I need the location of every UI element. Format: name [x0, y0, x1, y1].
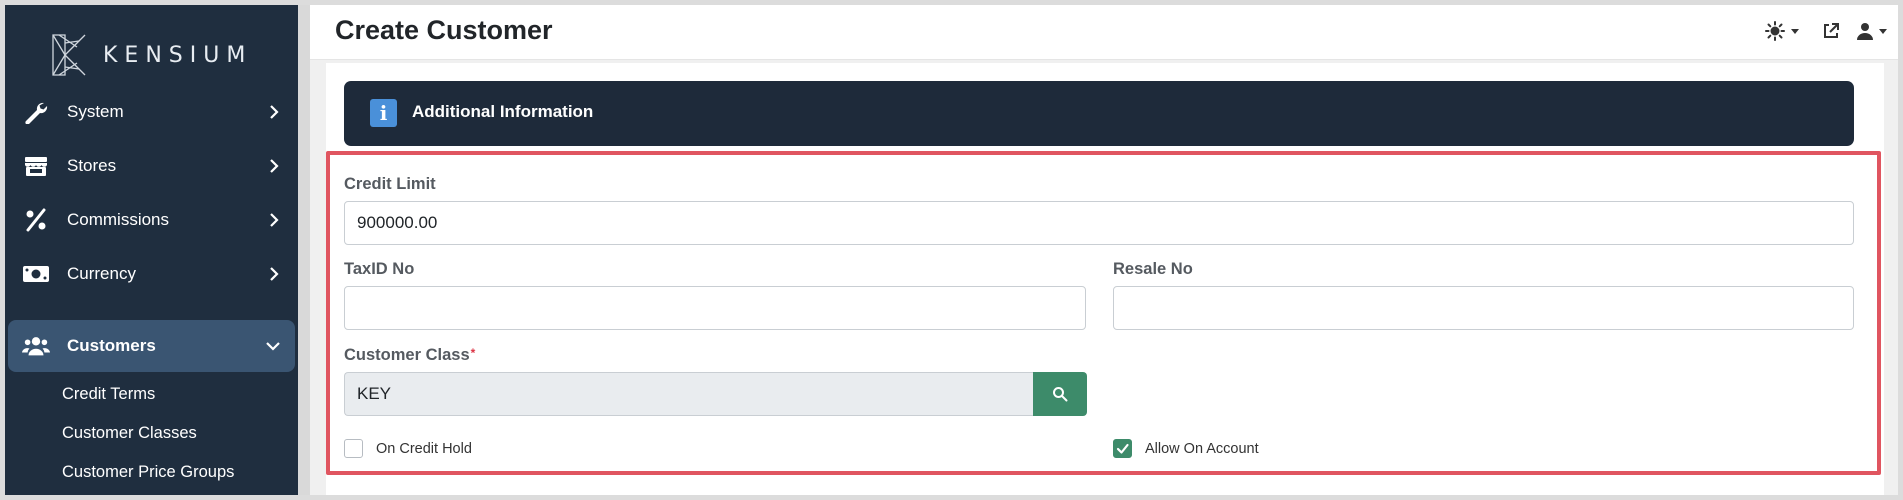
page-title: Create Customer [335, 15, 553, 45]
sidebar-item-label: Commissions [67, 210, 170, 229]
credit-limit-label: Credit Limit [344, 175, 436, 193]
customer-class-label-text: Customer Class [344, 346, 470, 364]
chevron-right-icon [270, 267, 279, 281]
allow-on-account-label: Allow On Account [1145, 441, 1259, 457]
main-area: Create Customer i Additional Information… [310, 5, 1898, 495]
sidebar-item-label: Stores [67, 156, 117, 175]
tax-id-label: TaxID No [344, 260, 415, 278]
checkmark-icon [1116, 443, 1129, 454]
wrench-icon [25, 102, 48, 124]
store-icon [25, 157, 47, 176]
sidebar-subitem-customer-classes[interactable]: Customer Classes [62, 424, 197, 443]
caret-down-icon [1791, 28, 1799, 34]
chevron-down-icon [266, 342, 280, 351]
external-link-icon [1824, 23, 1839, 38]
section-title: Additional Information [412, 102, 594, 121]
form-card: i Additional Information Credit Limit Ta… [326, 63, 1884, 495]
sidebar-item-system[interactable]: System [8, 86, 296, 138]
allow-on-account-checkbox[interactable] [1113, 439, 1132, 458]
sidebar-subitem-customer-price-groups[interactable]: Customer Price Groups [62, 463, 234, 482]
sidebar-item-customers[interactable]: Customers [8, 320, 295, 372]
sidebar-item-commissions[interactable]: Commissions [8, 194, 296, 246]
resale-no-label: Resale No [1113, 260, 1193, 278]
customer-class-search-button[interactable] [1033, 372, 1087, 416]
customer-class-input[interactable] [344, 372, 1033, 416]
info-icon: i [370, 99, 397, 127]
on-credit-hold-label: On Credit Hold [376, 441, 472, 457]
sidebar-item-label: System [67, 102, 124, 121]
chevron-right-icon [270, 105, 279, 119]
tax-id-input[interactable] [344, 286, 1086, 330]
sidebar-item-label: Customers [67, 336, 156, 355]
sidebar: KENSIUM System Stores Commissions Curren… [5, 5, 298, 495]
credit-limit-input[interactable] [344, 201, 1854, 245]
sidebar-subitem-credit-terms[interactable]: Credit Terms [62, 385, 155, 404]
page-header: Create Customer [310, 5, 1898, 60]
kensium-logo[interactable]: KENSIUM [49, 31, 252, 79]
sidebar-item-label: Currency [67, 264, 136, 283]
chevron-right-icon [270, 159, 279, 173]
resale-no-input[interactable] [1113, 286, 1854, 330]
kensium-logo-mark-icon [52, 34, 86, 76]
required-marker: * [470, 346, 476, 360]
theme-toggle-button[interactable] [1765, 19, 1799, 43]
percent-icon [26, 208, 46, 232]
brand-name: KENSIUM [103, 42, 253, 68]
sidebar-item-currency[interactable]: Currency [8, 248, 296, 300]
user-menu-button[interactable] [1857, 19, 1887, 43]
section-header: i Additional Information [344, 81, 1854, 146]
money-bill-icon [23, 266, 49, 282]
customer-class-label: Customer Class* [344, 346, 475, 365]
users-icon [22, 337, 50, 356]
user-icon [1857, 23, 1873, 40]
sidebar-scrollbar[interactable] [298, 5, 310, 495]
on-credit-hold-checkbox[interactable] [344, 439, 363, 458]
chevron-right-icon [270, 213, 279, 227]
caret-down-icon [1879, 28, 1887, 34]
sidebar-item-stores[interactable]: Stores [8, 140, 296, 192]
open-external-button[interactable] [1822, 19, 1840, 43]
sun-icon [1765, 21, 1785, 41]
search-icon [1053, 387, 1068, 402]
